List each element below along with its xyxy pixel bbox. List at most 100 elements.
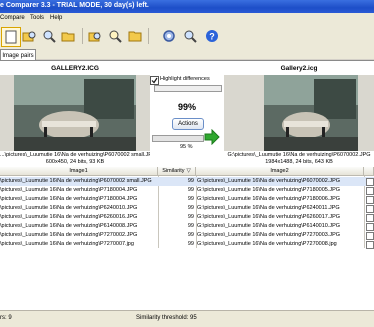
- cell-similarity: 99: [187, 196, 194, 202]
- toolbar-separator: [82, 28, 83, 44]
- cell-similarity: 99: [187, 214, 194, 220]
- cell-similarity: 99: [187, 187, 194, 193]
- toolbar-separator: [148, 28, 149, 44]
- column-header-similarity[interactable]: Similarity ▽: [158, 167, 196, 176]
- threshold-value: 95 %: [180, 144, 193, 150]
- title-bar: e Comparer 3.3 - TRIAL MODE, 30 day(s) l…: [0, 0, 374, 13]
- menu-bar: Compare Tools Help: [0, 13, 374, 24]
- cell-image2: G:\pictures\_Luumutie 16\Na de verhuizin…: [197, 223, 341, 229]
- cell-similarity: 99: [187, 178, 194, 184]
- cell-similarity: 99: [187, 223, 194, 229]
- results-table: Image1 Similarity ▽ Image2 \pictures\_Lu…: [0, 167, 374, 311]
- right-image-meta: 1984x1488, 24 bits, 643 KB: [265, 159, 333, 165]
- open-folder-button[interactable]: [20, 27, 38, 45]
- row-checkbox[interactable]: [366, 214, 374, 222]
- search-images-button[interactable]: [106, 27, 124, 45]
- left-image-name: GALLERY2.ICG: [51, 65, 99, 72]
- left-image-panel: [0, 75, 150, 151]
- zoom-button[interactable]: [181, 27, 199, 45]
- cell-image1: \pictures\_Luumutie 16\Na de verhuizing\…: [0, 241, 134, 247]
- arrow-right-icon: [204, 128, 220, 146]
- search-folder-button[interactable]: [86, 27, 104, 45]
- right-image-path: G:\pictures\_Luumutie 16\Na de verhuizin…: [227, 152, 371, 158]
- left-image-path: ...\pictures\_Luumutie 16\Na de verhuizi…: [0, 152, 150, 158]
- column-header-check: [364, 167, 374, 176]
- row-checkbox[interactable]: [366, 187, 374, 195]
- actions-button[interactable]: Actions: [172, 118, 204, 130]
- table-row[interactable]: \pictures\_Luumutie 16\Na de verhuizing\…: [0, 240, 374, 249]
- threshold-slider-top[interactable]: [154, 85, 222, 92]
- cell-image2: G:\pictures\_Luumutie 16\Na de verhuizin…: [197, 205, 340, 211]
- highlight-checkbox[interactable]: [150, 76, 159, 85]
- row-checkbox[interactable]: [366, 178, 374, 186]
- next-pair-button[interactable]: [204, 128, 220, 146]
- right-image-panel: [224, 75, 374, 151]
- cell-image1: \pictures\_Luumutie 16\Na de verhuizing\…: [0, 187, 138, 193]
- open-folder-icon: [61, 32, 75, 42]
- cell-image1: \pictures\_Luumutie 16\Na de verhuizing\…: [0, 232, 138, 238]
- row-checkbox[interactable]: [366, 241, 374, 249]
- photo-thumbnail-icon: [14, 75, 136, 151]
- window-title: e Comparer 3.3 - TRIAL MODE, 30 day(s) l…: [0, 2, 149, 9]
- row-checkbox[interactable]: [366, 232, 374, 240]
- menu-tools[interactable]: Tools: [30, 15, 44, 21]
- gear-icon: [163, 30, 175, 42]
- table-row[interactable]: \pictures\_Luumutie 16\Na de verhuizing\…: [0, 213, 374, 222]
- similarity-threshold-status: Similarity threshold: 95: [136, 315, 197, 321]
- browse-button[interactable]: [40, 27, 58, 45]
- cell-similarity: 99: [187, 232, 194, 238]
- cell-image2: G:\pictures\_Luumutie 16\Na de verhuizin…: [197, 214, 341, 220]
- cell-image2: G:\pictures\_Luumutie 16\Na de verhuizin…: [197, 241, 337, 247]
- pairs-count: rs: 9: [0, 315, 12, 321]
- new-document-icon: [5, 30, 17, 44]
- compare-panel: Highlight differences 99% Actions 95 %: [150, 65, 224, 165]
- magnifier-icon: [109, 30, 122, 43]
- folder-search-icon: [22, 31, 36, 42]
- help-button[interactable]: ?: [203, 27, 221, 45]
- table-row[interactable]: \pictures\_Luumutie 16\Na de verhuizing\…: [0, 195, 374, 204]
- cell-image2: G:\pictures\_Luumutie 16\Na de verhuizin…: [197, 187, 341, 193]
- open-button[interactable]: [59, 27, 77, 45]
- column-header-image2[interactable]: Image2: [196, 167, 364, 176]
- folder-search-icon: [88, 32, 101, 42]
- cell-image1: \pictures\_Luumutie 16\Na de verhuizing\…: [0, 214, 138, 220]
- similarity-percent: 99%: [177, 102, 196, 112]
- content-area: GALLERY2.ICG ...\pictures\_Luumutie 16\N…: [0, 60, 374, 311]
- tab-strip: [0, 48, 374, 59]
- help-icon: ?: [206, 30, 218, 42]
- table-row[interactable]: \pictures\_Luumutie 16\Na de verhuizing\…: [0, 186, 374, 195]
- column-header-image1[interactable]: Image1: [0, 167, 158, 176]
- new-comparison-button[interactable]: [1, 27, 21, 47]
- right-image-preview[interactable]: [264, 75, 358, 151]
- row-checkbox[interactable]: [366, 223, 374, 231]
- toolbar: ?: [0, 24, 374, 49]
- cell-similarity: 99: [187, 205, 194, 211]
- left-image-preview[interactable]: [14, 75, 136, 151]
- cell-image2: G:\pictures\_Luumutie 16\Na de verhuizin…: [197, 232, 341, 238]
- table-row[interactable]: \pictures\_Luumutie 16\Na de verhuizing\…: [0, 231, 374, 240]
- sort-descending-icon: ▽: [186, 168, 191, 174]
- checkmark-icon: [151, 77, 158, 84]
- options-button[interactable]: [160, 27, 178, 45]
- table-row[interactable]: \pictures\_Luumutie 16\Na de verhuizing\…: [0, 204, 374, 213]
- cell-image1: \pictures\_Luumutie 16\Na de verhuizing\…: [0, 205, 138, 211]
- row-checkbox[interactable]: [366, 196, 374, 204]
- menu-compare[interactable]: Compare: [0, 15, 25, 21]
- right-image-name: Gallery2.icg: [280, 65, 318, 72]
- threshold-slider[interactable]: [152, 135, 204, 142]
- photo-thumbnail-icon: [264, 75, 358, 151]
- column-header-similarity-label: Similarity: [162, 168, 185, 174]
- folder-button[interactable]: [126, 27, 144, 45]
- row-checkbox[interactable]: [366, 205, 374, 213]
- table-row[interactable]: \pictures\_Luumutie 16\Na de verhuizing\…: [0, 177, 374, 186]
- magnifier-icon: [184, 30, 197, 43]
- table-row[interactable]: \pictures\_Luumutie 16\Na de verhuizing\…: [0, 222, 374, 231]
- cell-image1: \pictures\_Luumutie 16\Na de verhuizing\…: [0, 196, 138, 202]
- cell-similarity: 99: [187, 241, 194, 247]
- menu-help[interactable]: Help: [50, 15, 62, 21]
- highlight-label: Highlight differences: [160, 76, 210, 82]
- left-image-meta: 600x450, 24 bits, 93 KB: [45, 159, 105, 165]
- folder-icon: [128, 31, 142, 42]
- cell-image2: G:\pictures\_Luumutie 16\Na de verhuizin…: [197, 196, 341, 202]
- cell-image1: \pictures\_Luumutie 16\Na de verhuizing\…: [0, 223, 138, 229]
